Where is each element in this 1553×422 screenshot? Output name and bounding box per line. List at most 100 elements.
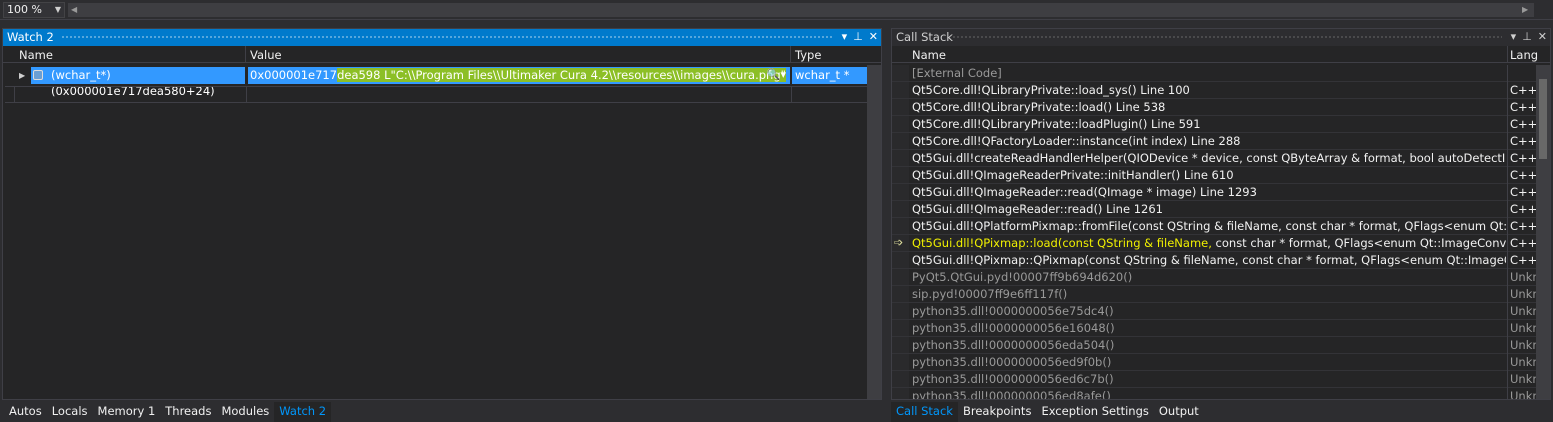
zoom-dropdown[interactable]: 100 % ▼ <box>3 2 65 18</box>
callstack-frame[interactable]: Qt5Gui.dll!QImageReader::read() Line 126… <box>892 201 1538 218</box>
frame-language: C++ <box>1510 219 1538 233</box>
left-tab[interactable]: Threads <box>160 402 216 422</box>
object-icon <box>33 70 43 80</box>
callstack-frame[interactable]: Qt5Gui.dll!QImageReaderPrivate::initHand… <box>892 167 1538 184</box>
frame-name: Qt5Gui.dll!QPixmap::load(const QString &… <box>912 236 1506 250</box>
callstack-frame[interactable]: PyQt5.QtGui.pyd!00007ff9b694d620() Unknow… <box>892 269 1538 286</box>
pin-icon[interactable]: ⊥ <box>853 29 863 45</box>
left-tool-tabs: Autos Locals Memory 1 Threads Modules Watch 2 <box>4 402 332 422</box>
zoom-value: 100 % <box>7 3 42 16</box>
callstack-frame[interactable]: Qt5Gui.dll!createReadHandlerHelper(QIODe… <box>892 150 1538 167</box>
drag-grip[interactable] <box>61 35 833 40</box>
watch-panel: Watch 2 ▾ ⊥ ✕ Name Value Type ▶ (wchar_t… <box>2 28 882 400</box>
scroll-right-icon[interactable]: ▶ <box>1522 5 1528 14</box>
frame-name: python35.dll!0000000056e16048() <box>912 321 1115 335</box>
frame-language: Unknown <box>1510 304 1538 318</box>
callstack-frame[interactable]: ➩ Qt5Gui.dll!QPixmap::load(const QString … <box>892 235 1538 252</box>
frame-name: sip.pyd!00007ff9e6ff117f() <box>912 287 1068 301</box>
frame-language: Unknown <box>1510 372 1538 386</box>
watch-titlebar[interactable]: Watch 2 ▾ ⊥ ✕ <box>3 29 881 46</box>
left-tab[interactable]: Memory 1 <box>93 402 161 422</box>
window-position-icon[interactable]: ▾ <box>842 29 848 45</box>
frame-language: C++ <box>1510 100 1538 114</box>
callstack-frame[interactable]: python35.dll!0000000056ed8afe() Unknown <box>892 388 1538 399</box>
callstack-frame[interactable]: python35.dll!0000000056ed6c7b() Unknown <box>892 371 1538 388</box>
frame-language: C++ <box>1510 168 1538 182</box>
right-tab[interactable]: Exception Settings <box>1036 402 1153 422</box>
left-tab[interactable]: Watch 2 <box>274 402 332 422</box>
frame-name: Qt5Gui.dll!createReadHandlerHelper(QIODe… <box>912 151 1506 165</box>
pin-icon[interactable]: ⊥ <box>1522 29 1532 45</box>
watch-vertical-scrollbar[interactable] <box>867 65 881 399</box>
column-value[interactable]: Value <box>250 48 282 62</box>
column-language[interactable]: Lang <box>1510 48 1538 62</box>
callstack-frame[interactable]: Qt5Core.dll!QLibraryPrivate::loadPlugin(… <box>892 116 1538 133</box>
frame-language: C++ <box>1510 151 1538 165</box>
close-icon[interactable]: ✕ <box>1538 29 1547 45</box>
callstack-panel: Call Stack ▾ ⊥ ✕ Name Lang [External Cod… <box>891 28 1551 400</box>
watch-row-name[interactable]: (wchar_t*)(0x000001e717dea580+24) <box>31 67 245 98</box>
frame-language: C++ <box>1510 236 1538 250</box>
left-tab[interactable]: Autos <box>4 402 47 422</box>
callstack-frame[interactable]: Qt5Gui.dll!QPlatformPixmap::fromFile(con… <box>892 218 1538 235</box>
frame-name: Qt5Gui.dll!QPixmap::QPixmap(const QStrin… <box>912 253 1506 267</box>
frame-language: C++ <box>1510 253 1538 267</box>
frame-name: Qt5Core.dll!QLibraryPrivate::load_sys() … <box>912 83 1190 97</box>
column-name[interactable]: Name <box>19 48 53 62</box>
callstack-frame[interactable]: sip.pyd!00007ff9e6ff117f() Unknown <box>892 286 1538 303</box>
current-frame-arrow-icon: ➩ <box>894 236 904 249</box>
frame-name: Qt5Gui.dll!QImageReaderPrivate::initHand… <box>912 168 1234 182</box>
window-position-icon[interactable]: ▾ <box>1511 29 1517 45</box>
watch-row[interactable]: ▶ (wchar_t*)(0x000001e717dea580+24) 0x00… <box>3 67 867 98</box>
callstack-frame[interactable]: python35.dll!0000000056eda504() Unknown <box>892 337 1538 354</box>
frame-name: Qt5Gui.dll!QImageReader::read() Line 126… <box>912 202 1163 216</box>
frame-language: C++ <box>1510 83 1538 97</box>
callstack-frame[interactable]: Qt5Core.dll!QLibraryPrivate::load_sys() … <box>892 82 1538 99</box>
scroll-left-icon[interactable]: ◀ <box>71 5 77 14</box>
frame-name: python35.dll!0000000056e75dc4() <box>912 304 1114 318</box>
frame-name: python35.dll!0000000056eda504() <box>912 338 1115 352</box>
zoom-toolbar: 100 % ▼ ◀ ▶ <box>0 0 1553 20</box>
callstack-vertical-scrollbar[interactable] <box>1536 65 1550 399</box>
frame-name: Qt5Gui.dll!QPlatformPixmap::fromFile(con… <box>912 219 1506 233</box>
frame-name: [External Code] <box>912 66 1002 80</box>
frame-name: python35.dll!0000000056ed6c7b() <box>912 372 1114 386</box>
frame-name: Qt5Core.dll!QFactoryLoader::instance(int… <box>912 134 1241 148</box>
frame-name: Qt5Gui.dll!QImageReader::read(QImage * i… <box>912 185 1257 199</box>
frame-name: python35.dll!0000000056ed8afe() <box>912 389 1111 399</box>
horizontal-scrollbar[interactable]: ◀ <box>68 3 1534 17</box>
frame-language: Unknown <box>1510 389 1538 399</box>
callstack-frame[interactable]: Qt5Core.dll!QLibraryPrivate::load() Line… <box>892 99 1538 116</box>
left-tab[interactable]: Locals <box>47 402 93 422</box>
expand-arrow-icon[interactable]: ▶ <box>19 71 25 80</box>
column-name[interactable]: Name <box>912 48 946 62</box>
text-visualizer-icon[interactable]: 🔍▾ <box>767 67 786 83</box>
drag-grip[interactable] <box>952 35 1502 40</box>
value-prefix: 0x000001e717 <box>250 68 338 82</box>
column-type[interactable]: Type <box>795 48 821 62</box>
callstack-frame[interactable]: Qt5Core.dll!QFactoryLoader::instance(int… <box>892 133 1538 150</box>
callstack-frame[interactable]: Qt5Gui.dll!QPixmap::QPixmap(const QStrin… <box>892 252 1538 269</box>
right-tab[interactable]: Call Stack <box>891 402 958 422</box>
watch-empty-row[interactable] <box>5 86 867 103</box>
frame-language: Unknown <box>1510 355 1538 369</box>
callstack-frame[interactable]: [External Code] <box>892 65 1538 82</box>
close-icon[interactable]: ✕ <box>869 29 878 45</box>
frame-language: C++ <box>1510 202 1538 216</box>
watch-row-value[interactable]: 0x000001e717dea598 L"C:\\Program Files\\… <box>248 67 790 84</box>
callstack-titlebar[interactable]: Call Stack ▾ ⊥ ✕ <box>892 29 1550 46</box>
scrollbar-thumb[interactable] <box>1539 79 1547 159</box>
callstack-frame[interactable]: python35.dll!0000000056ed9f0b() Unknown <box>892 354 1538 371</box>
frame-name: PyQt5.QtGui.pyd!00007ff9b694d620() <box>912 270 1133 284</box>
right-tab[interactable]: Breakpoints <box>958 402 1036 422</box>
watch-row-type: wchar_t * <box>792 67 867 84</box>
watch-column-header: Name Value Type <box>3 46 881 63</box>
callstack-frame[interactable]: python35.dll!0000000056e75dc4() Unknown <box>892 303 1538 320</box>
frame-name: Qt5Core.dll!QLibraryPrivate::load() Line… <box>912 100 1166 114</box>
right-tab[interactable]: Output <box>1154 402 1204 422</box>
left-tab[interactable]: Modules <box>216 402 274 422</box>
watch-title: Watch 2 <box>7 30 54 44</box>
frame-language: Unknown <box>1510 287 1538 301</box>
callstack-frame[interactable]: python35.dll!0000000056e16048() Unknown <box>892 320 1538 337</box>
callstack-frame[interactable]: Qt5Gui.dll!QImageReader::read(QImage * i… <box>892 184 1538 201</box>
